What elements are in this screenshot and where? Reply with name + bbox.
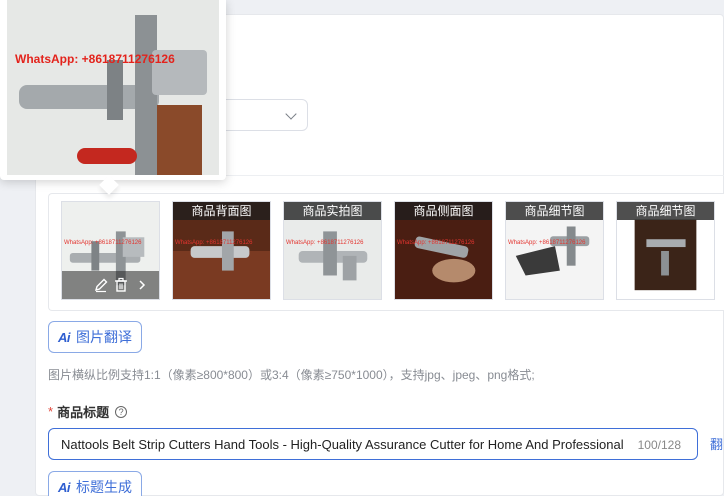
image-preview-popup: WhatsApp: +8618711276126 <box>0 0 226 195</box>
help-icon[interactable]: ? <box>115 405 128 418</box>
ai-icon: Ai <box>58 329 71 345</box>
char-counter: 100/128 <box>637 438 681 452</box>
watermark-text: WhatsApp: +8618711276126 <box>15 52 175 66</box>
watermark-text: WhatsApp: +8618711276126 <box>508 240 586 246</box>
title-label-text: 商品标题 <box>57 405 110 420</box>
image-requirements-hint: 图片横纵比例支持1:1（像素≥800*800）或3:4（像素≥750*1000）… <box>48 368 535 382</box>
image-type-tag: 商品实拍图 <box>284 202 381 220</box>
image-type-tag: 商品细节图 <box>617 202 714 220</box>
gallery-thumb[interactable]: 商品细节图 WhatsApp: +8618711276126 <box>505 201 604 300</box>
product-title-input[interactable]: Nattools Belt Strip Cutters Hand Tools -… <box>48 428 698 460</box>
gallery-thumb[interactable]: 商品实拍图 WhatsApp: +8618711276126 <box>283 201 382 300</box>
title-generate-button[interactable]: Ai 标题生成 <box>48 471 142 496</box>
watermark-text: WhatsApp: +8618711276126 <box>64 240 142 246</box>
chevron-right-icon[interactable] <box>134 277 150 293</box>
image-type-tag: 商品背面图 <box>173 202 270 220</box>
edit-icon[interactable] <box>93 277 109 293</box>
product-editor-page: WhatsApp: +8618711276126 商品背面图 WhatsApp:… <box>0 0 724 496</box>
gallery-thumb-main[interactable]: WhatsApp: +8618711276126 <box>61 201 160 300</box>
product-title-value[interactable]: Nattools Belt Strip Cutters Hand Tools -… <box>61 437 627 452</box>
image-type-tag: 商品细节图 <box>506 202 603 220</box>
thumb-action-overlay <box>62 271 159 299</box>
watermark-text: WhatsApp: +8618711276126 <box>397 240 475 246</box>
translate-link[interactable]: 翻 <box>710 434 723 453</box>
gallery-thumb[interactable]: 商品背面图 WhatsApp: +8618711276126 <box>172 201 271 300</box>
required-mark: * <box>48 404 54 419</box>
title-field-label: * 商品标题 ? <box>48 402 128 421</box>
chevron-down-icon <box>285 108 297 120</box>
ai-icon: Ai <box>58 479 71 495</box>
delete-icon[interactable] <box>113 277 129 293</box>
image-translate-label: 图片翻译 <box>76 329 132 345</box>
preview-image <box>7 0 219 175</box>
image-translate-button[interactable]: Ai 图片翻译 <box>48 321 142 353</box>
image-type-tag: 商品侧面图 <box>395 202 492 220</box>
gallery-thumb[interactable]: 商品侧面图 WhatsApp: +8618711276126 <box>394 201 493 300</box>
watermark-text: WhatsApp: +8618711276126 <box>175 240 253 246</box>
gallery-thumb[interactable]: 商品细节图 <box>616 201 715 300</box>
title-generate-label: 标题生成 <box>76 479 132 495</box>
watermark-text: WhatsApp: +8618711276126 <box>286 240 364 246</box>
